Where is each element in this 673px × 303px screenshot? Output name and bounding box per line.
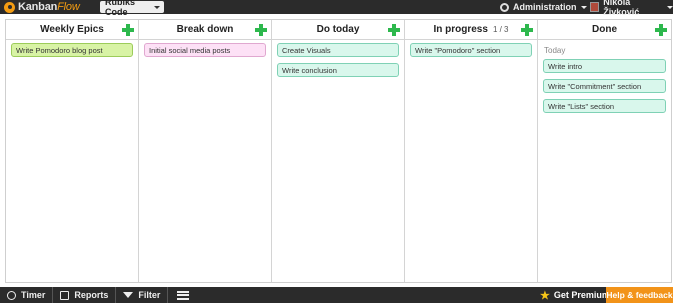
chevron-down-icon <box>580 5 587 9</box>
column-break-down: Break down Initial social media posts <box>139 20 272 282</box>
task-card[interactable]: Write "Commitment" section <box>543 79 666 93</box>
add-task-icon[interactable] <box>122 24 134 36</box>
column-header: Weekly Epics <box>6 20 138 40</box>
logo-text-main: Kanban <box>18 1 58 13</box>
administration-label: Administration <box>513 2 577 12</box>
reports-button[interactable]: Reports <box>60 287 108 303</box>
document-icon <box>60 290 70 300</box>
premium-label: Get Premium <box>553 290 610 300</box>
get-premium-button[interactable]: ★ Get Premium <box>540 287 610 303</box>
timer-label: Timer <box>21 290 46 300</box>
column-title: Done <box>592 24 617 35</box>
column-header: Done <box>538 20 671 40</box>
column-body: Create Visuals Write conclusion <box>272 40 404 86</box>
task-card[interactable]: Write conclusion <box>277 63 399 77</box>
user-menu[interactable]: Nikola Živković <box>590 0 673 17</box>
divider <box>115 287 117 303</box>
task-text: Initial social media posts <box>149 45 231 55</box>
task-text: Write conclusion <box>282 65 337 75</box>
column-header: Break down <box>139 20 271 40</box>
column-title: Weekly Epics <box>40 24 104 35</box>
filter-icon <box>123 292 134 298</box>
column-do-today: Do today Create Visuals Write conclusion <box>272 20 405 282</box>
column-weekly-epics: Weekly Epics Write Pomodoro blog post <box>6 20 139 282</box>
column-body: Today Write intro Write "Commitment" secti… <box>538 40 671 122</box>
help-feedback-button[interactable]: Help & feedback <box>606 287 673 303</box>
kanbanflow-logo[interactable]: KanbanFlow <box>4 0 80 14</box>
timer-button[interactable]: Timer <box>7 287 45 303</box>
task-text: Write intro <box>548 61 583 71</box>
divider <box>167 287 169 303</box>
column-title: In progress <box>433 24 488 35</box>
column-in-progress: In progress 1 / 3 Write "Pomodoro" section <box>405 20 538 282</box>
add-task-icon[interactable] <box>655 24 667 36</box>
column-body: Write "Pomodoro" section <box>405 40 537 66</box>
gear-icon <box>500 2 509 12</box>
user-name: Nikola Živković <box>603 0 640 17</box>
wip-limit: 1 / 3 <box>492 25 509 34</box>
board-name: Rubiks Code <box>105 0 136 17</box>
task-text: Create Visuals <box>282 45 331 55</box>
logo-text-accent: Flow <box>57 1 80 13</box>
task-card[interactable]: Write Pomodoro blog post <box>11 43 133 57</box>
top-bar: KanbanFlow Rubiks Code Administration Ni… <box>0 0 673 17</box>
column-title: Break down <box>176 24 234 35</box>
task-card[interactable]: Write intro <box>543 59 666 73</box>
column-body: Initial social media posts <box>139 40 271 66</box>
filter-label: Filter <box>138 290 161 300</box>
star-icon: ★ <box>540 289 550 302</box>
task-text: Write Pomodoro blog post <box>16 45 103 55</box>
column-header: Do today <box>272 20 404 40</box>
column-done: Done Today Write intro Write "Commitment" s… <box>538 20 671 282</box>
menu-button[interactable] <box>177 287 190 303</box>
kanban-board: Weekly Epics Write Pomodoro blog post Brea… <box>5 19 672 283</box>
group-label: Today <box>544 46 566 55</box>
task-card[interactable]: Initial social media posts <box>144 43 266 57</box>
task-text: Write "Commitment" section <box>548 81 642 91</box>
task-card[interactable]: Write "Lists" section <box>543 99 666 113</box>
add-task-icon[interactable] <box>388 24 400 36</box>
hamburger-menu-icon <box>177 290 190 300</box>
task-card[interactable]: Create Visuals <box>277 43 399 57</box>
bottom-bar: Timer Reports Filter ★ Get Premium Help … <box>0 287 673 303</box>
avatar <box>590 2 600 12</box>
help-label: Help & feedback <box>606 290 673 300</box>
add-task-icon[interactable] <box>521 24 533 36</box>
column-title: Do today <box>316 24 360 35</box>
clock-icon <box>7 290 16 300</box>
task-text: Write "Lists" section <box>548 101 615 111</box>
column-header: In progress 1 / 3 <box>405 20 537 40</box>
divider <box>52 287 54 303</box>
task-card[interactable]: Write "Pomodoro" section <box>410 43 532 57</box>
chevron-down-icon <box>667 5 673 9</box>
reports-label: Reports <box>74 290 109 300</box>
task-text: Write "Pomodoro" section <box>415 45 501 55</box>
add-task-icon[interactable] <box>255 24 267 36</box>
filter-button[interactable]: Filter <box>123 287 160 303</box>
column-body: Write Pomodoro blog post <box>6 40 138 66</box>
logo-icon <box>4 1 15 13</box>
administration-menu[interactable]: Administration <box>500 0 587 14</box>
board-selector[interactable]: Rubiks Code <box>100 0 164 17</box>
chevron-down-icon <box>154 5 160 9</box>
